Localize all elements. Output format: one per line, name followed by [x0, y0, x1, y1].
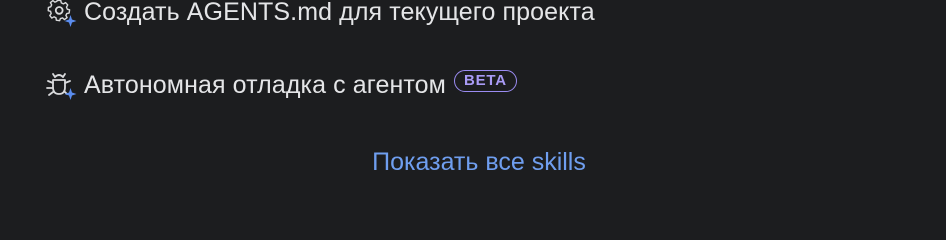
gear-sparkle-icon	[44, 0, 78, 29]
skill-item-label: Создать AGENTS.md для текущего проекта	[84, 0, 595, 26]
skill-item-autonomous-debugging[interactable]: Автономная отладка с агентом BETA	[44, 68, 517, 102]
bug-sparkle-icon	[44, 68, 78, 102]
skills-panel: Создать AGENTS.md для текущего проекта А…	[0, 0, 946, 218]
show-all-skills-link[interactable]: Показать все skills	[0, 146, 946, 178]
beta-badge: BETA	[453, 70, 517, 92]
skill-item-create-agents-md[interactable]: Создать AGENTS.md для текущего проекта	[44, 0, 595, 29]
skill-item-label: Автономная отладка с агентом	[84, 71, 446, 99]
